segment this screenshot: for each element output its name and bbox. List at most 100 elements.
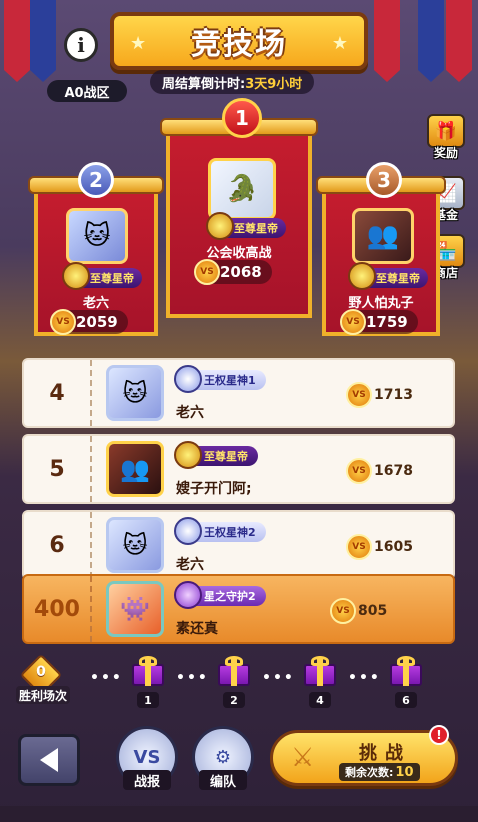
win-progress-track: 0 胜利场次 ••• 1 ••• 2 ••• 4 ••• 6 xyxy=(0,648,478,708)
milestone-gift-icon[interactable] xyxy=(218,656,250,686)
progress-dots: ••• xyxy=(262,670,295,686)
score-value: 2068 xyxy=(220,263,262,281)
leaderboard-row[interactable]: 6 🐱 王权星神2 老六 VS 1605 xyxy=(22,510,455,580)
milestone-label: 6 xyxy=(395,692,417,708)
leaderboard-row[interactable]: 4 🐱 王权星神1 老六 VS 1713 xyxy=(22,358,455,428)
zone-label: A0战区 xyxy=(47,80,127,102)
player-score: VS 1678 xyxy=(346,458,413,484)
pennant-decoration xyxy=(30,0,56,82)
vs-coin-icon: VS xyxy=(346,458,372,484)
rank-title-badge: 王权星神1 xyxy=(174,365,266,393)
back-button[interactable] xyxy=(18,734,80,786)
crown-icon xyxy=(174,441,202,469)
crown-icon xyxy=(174,517,202,545)
player-avatar: 👥 xyxy=(352,208,414,264)
player-score: VS 805 xyxy=(330,598,388,624)
battle-report-label: 战报 xyxy=(123,770,171,790)
page-title-plate: ★ 竞技场 ★ xyxy=(110,12,368,70)
player-name: 素还真 xyxy=(176,621,218,637)
star-icon: ★ xyxy=(331,33,348,54)
rewards-button[interactable]: 🎁 奖励 xyxy=(424,114,468,164)
info-icon: i xyxy=(77,33,85,57)
score-value: 1605 xyxy=(374,539,413,555)
crown-icon xyxy=(174,365,202,393)
countdown-value: 3天9小时 xyxy=(245,76,303,92)
rank-title: 星之守护2 xyxy=(204,590,256,603)
progress-dots: ••• xyxy=(176,670,209,686)
milestone-gift-icon[interactable] xyxy=(390,656,422,686)
podium-third[interactable]: 3 👥 至尊星帝 野人怕丸子 VS 1759 xyxy=(316,162,446,336)
player-avatar: 🐱 xyxy=(106,365,164,421)
back-arrow-icon xyxy=(40,748,58,772)
milestone-label: 4 xyxy=(309,692,331,708)
settlement-countdown: 周结算倒计时: 3天9小时 xyxy=(150,70,315,94)
vs-coin-icon: VS xyxy=(346,382,372,408)
self-rank-row[interactable]: 400 👾 星之守护2 素还真 VS 805 xyxy=(22,574,455,644)
gift-icon: 🎁 xyxy=(427,114,465,148)
player-name: 公会收高战 xyxy=(206,246,272,261)
progress-dots: ••• xyxy=(348,670,381,686)
bottom-frame xyxy=(0,806,478,822)
milestone-gift-icon[interactable] xyxy=(132,656,164,686)
vs-coin-icon: VS xyxy=(194,259,220,285)
crown-icon xyxy=(174,581,202,609)
rank-medal-second: 2 xyxy=(78,162,114,198)
pennant-decoration xyxy=(446,0,472,82)
podium-first[interactable]: 1 🐊 至尊星帝 公会收高战 VS 2068 xyxy=(160,98,318,318)
player-avatar: 👥 xyxy=(106,441,164,497)
vs-coin-icon: VS xyxy=(340,309,366,335)
challenge-button[interactable]: ⚔ 挑战 剩余次数: 10 ! xyxy=(270,725,458,786)
wins-label: 胜利场次 xyxy=(16,686,70,704)
milestone-gift-icon[interactable] xyxy=(304,656,336,686)
milestone-label: 1 xyxy=(137,692,159,708)
rank-title-badge: 星之守护2 xyxy=(174,581,266,609)
score-value: 1713 xyxy=(374,387,413,403)
wins-count: 0 xyxy=(36,664,46,680)
player-avatar: 🐊 xyxy=(208,158,276,220)
rank-title-badge: 至尊星帝 xyxy=(62,262,142,290)
vs-coin-icon: VS xyxy=(50,309,76,335)
player-avatar: 🐱 xyxy=(66,208,128,264)
player-name: 老六 xyxy=(176,557,204,573)
rank-number: 5 xyxy=(24,436,92,502)
vs-coin-icon: VS xyxy=(346,534,372,560)
rank-title-badge: 至尊星帝 xyxy=(174,441,258,469)
flag-gear-icon: ⚙ xyxy=(214,746,232,768)
rank-title: 至尊星帝 xyxy=(376,272,420,285)
rank-title: 至尊星帝 xyxy=(90,272,134,285)
leaderboard-row[interactable]: 5 👥 至尊星帝 嫂子开门阿; VS 1678 xyxy=(22,434,455,504)
crown-icon xyxy=(348,262,376,290)
rank-number: 400 xyxy=(24,576,92,642)
rank-number: 6 xyxy=(24,512,92,578)
player-name: 嫂子开门阿; xyxy=(176,481,252,497)
pennant-decoration xyxy=(4,0,30,82)
rank-medal-third: 3 xyxy=(366,162,402,198)
alert-badge-icon: ! xyxy=(429,725,449,745)
crown-icon xyxy=(206,212,234,240)
rank-title-badge: 至尊星帝 xyxy=(348,262,428,290)
rank-title: 至尊星帝 xyxy=(234,222,278,235)
vs-coin-icon: VS xyxy=(330,598,356,624)
player-score: VS 1759 xyxy=(340,309,418,335)
challenge-label: 挑战 xyxy=(359,743,411,764)
pennant-decoration xyxy=(374,0,400,82)
milestone-label: 2 xyxy=(223,692,245,708)
podium-second[interactable]: 2 🐱 至尊星帝 老六 VS 2059 xyxy=(28,162,164,336)
rank-title-badge: 至尊星帝 xyxy=(206,212,286,240)
player-score: VS 2059 xyxy=(50,309,128,335)
rank-title: 至尊星帝 xyxy=(204,450,248,463)
report-icon: VS xyxy=(133,746,161,768)
rewards-label: 奖励 xyxy=(433,146,458,160)
crown-icon xyxy=(62,262,90,290)
score-value: 805 xyxy=(358,603,388,619)
player-score: VS 2068 xyxy=(194,259,272,285)
rank-number: 4 xyxy=(24,360,92,426)
score-value: 2059 xyxy=(76,313,118,331)
player-name: 老六 xyxy=(176,405,204,421)
rank-medal-first: 1 xyxy=(222,98,262,138)
rank-title: 王权星神1 xyxy=(204,374,256,387)
info-button[interactable]: i xyxy=(64,28,98,62)
crossed-swords-icon: ⚔ xyxy=(291,743,315,773)
rank-title-badge: 王权星神2 xyxy=(174,517,266,545)
remaining-label: 剩余次数: xyxy=(345,766,394,779)
